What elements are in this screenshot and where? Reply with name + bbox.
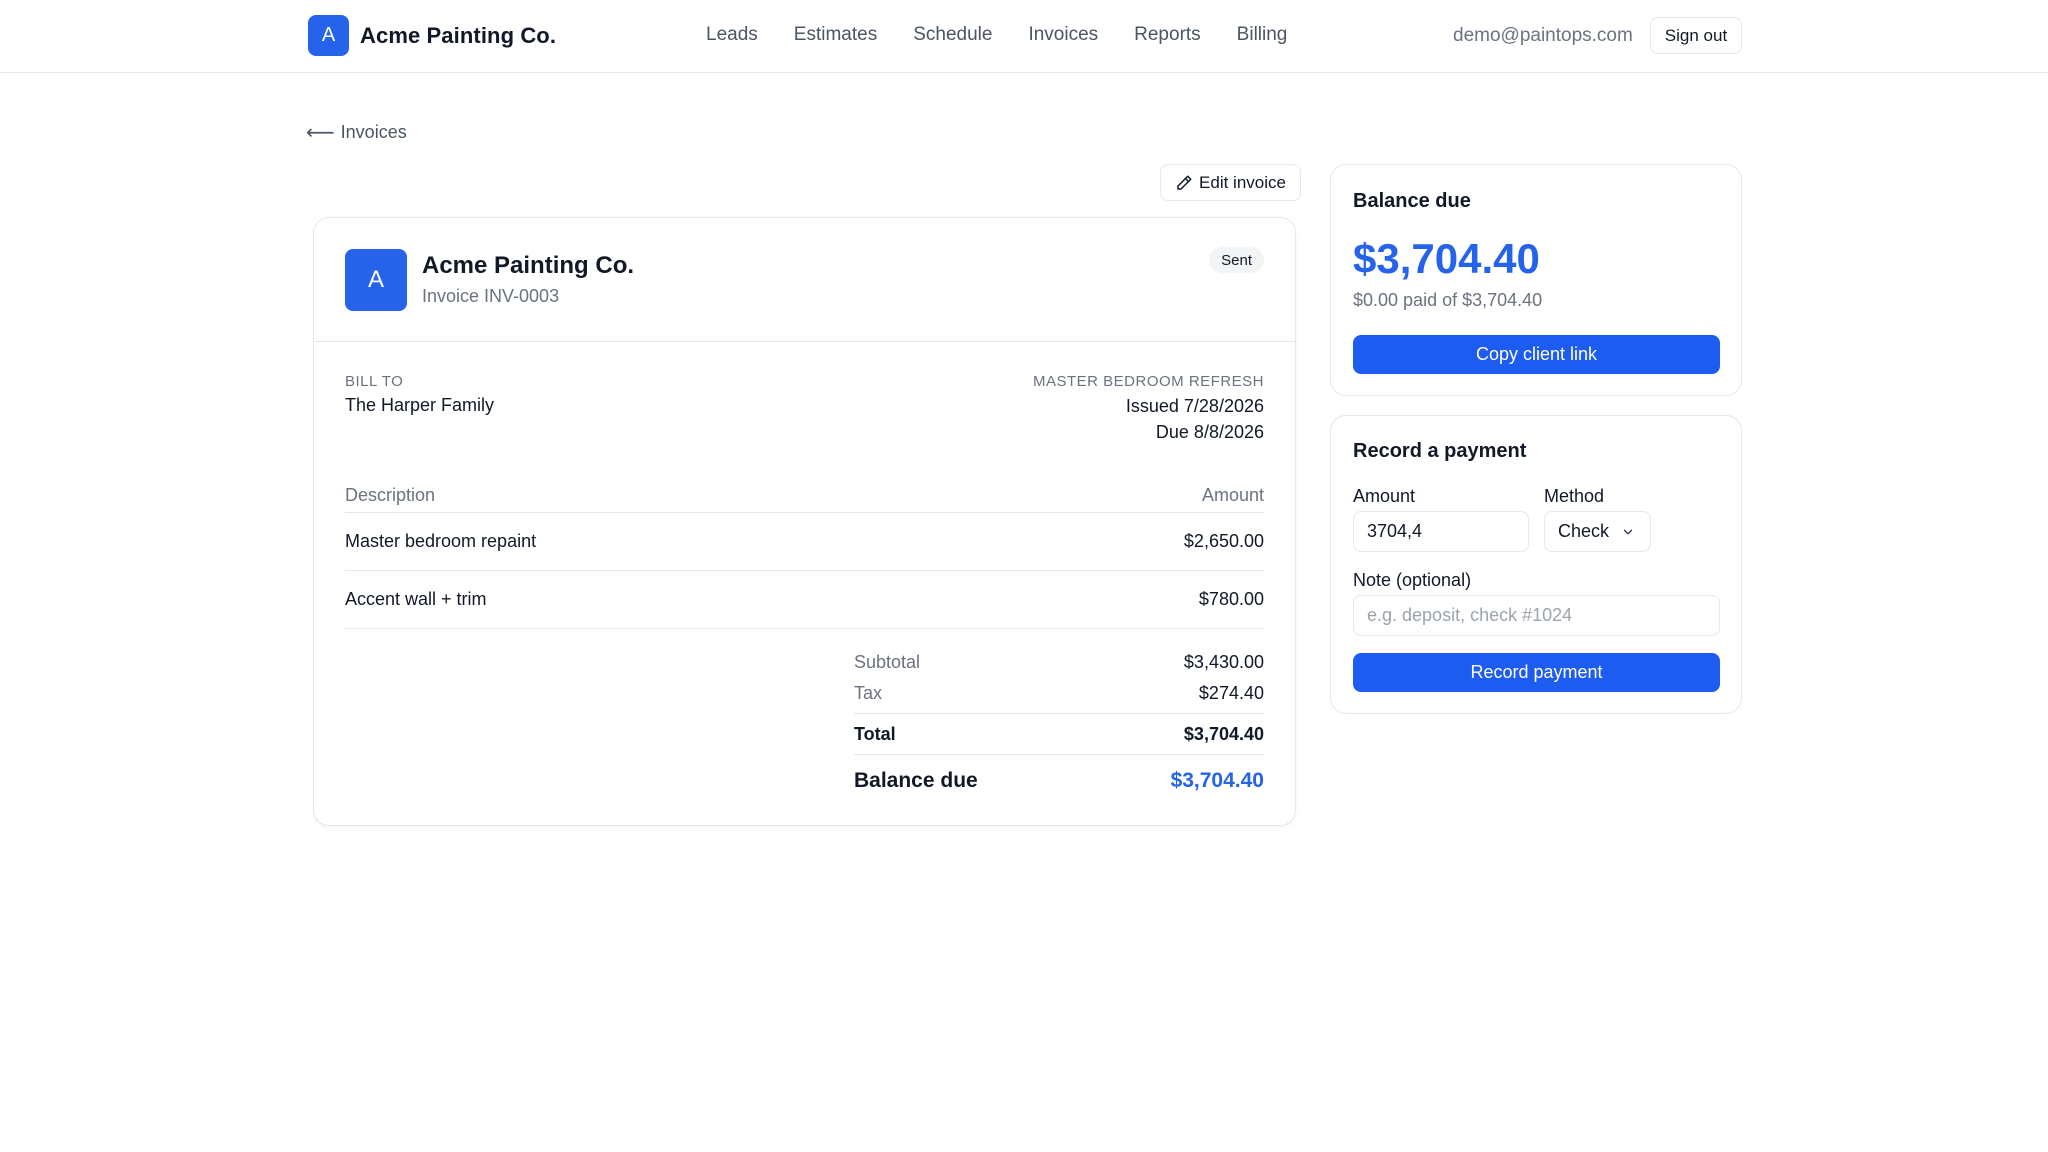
pencil-icon bbox=[1177, 175, 1192, 190]
tax-label: Tax bbox=[854, 683, 883, 703]
column-amount: Amount bbox=[1201, 485, 1264, 505]
nav-leads[interactable]: Leads bbox=[706, 24, 758, 46]
totals-block: Subtotal $3,430.00 Tax $274.40 Total $3,… bbox=[854, 647, 1264, 807]
subtotal-label: Subtotal bbox=[854, 652, 921, 672]
edit-invoice-label: Edit invoice bbox=[1199, 172, 1286, 192]
total-label: Total bbox=[854, 723, 896, 744]
total-row: Total $3,704.40 bbox=[854, 713, 1264, 755]
user-email: demo@paintops.com bbox=[1453, 25, 1633, 46]
method-value: Check bbox=[1558, 521, 1610, 541]
tax-row: Tax $274.40 bbox=[854, 678, 1264, 709]
record-payment-panel: Record a payment Amount Method Check Not… bbox=[1330, 415, 1742, 714]
top-navbar: A Acme Painting Co. Leads Estimates Sche… bbox=[0, 0, 2048, 73]
amount-label: Amount bbox=[1353, 486, 1416, 506]
arrow-left-icon: ⟵ bbox=[306, 122, 335, 144]
record-payment-title: Record a payment bbox=[1353, 440, 1527, 462]
bill-to-label: BILL TO bbox=[345, 373, 404, 390]
table-row: Accent wall + trim $780.00 bbox=[345, 571, 1264, 629]
balance-panel: Balance due $3,704.40 $0.00 paid of $3,7… bbox=[1330, 164, 1742, 396]
invoice-company-name: Acme Painting Co. bbox=[422, 252, 635, 279]
invoice-card: A Acme Painting Co. Invoice INV-0003 Sen… bbox=[313, 217, 1296, 826]
issued-date: Issued 7/28/2026 bbox=[1125, 396, 1264, 416]
table-header: Description Amount bbox=[345, 476, 1264, 513]
due-date: Due 8/8/2026 bbox=[1155, 422, 1264, 442]
status-badge: Sent bbox=[1209, 247, 1264, 273]
nav-schedule[interactable]: Schedule bbox=[913, 24, 992, 46]
back-to-invoices-link[interactable]: ⟵ Invoices bbox=[306, 120, 407, 145]
record-payment-button[interactable]: Record payment bbox=[1353, 653, 1720, 692]
edit-invoice-button[interactable]: Edit invoice bbox=[1160, 164, 1301, 201]
table-row: Master bedroom repaint $2,650.00 bbox=[345, 513, 1264, 571]
balance-due-value: $3,704.40 bbox=[1170, 769, 1264, 792]
nav-invoices[interactable]: Invoices bbox=[1028, 24, 1098, 46]
line-description: Accent wall + trim bbox=[345, 589, 487, 609]
bill-to-name: The Harper Family bbox=[345, 395, 495, 415]
total-value: $3,704.40 bbox=[1183, 723, 1264, 744]
line-amount: $2,650.00 bbox=[1183, 531, 1264, 551]
nav-billing[interactable]: Billing bbox=[1237, 24, 1288, 46]
subtotal-row: Subtotal $3,430.00 bbox=[854, 647, 1264, 678]
copy-client-link-button[interactable]: Copy client link bbox=[1353, 335, 1720, 374]
note-label: Note (optional) bbox=[1353, 570, 1472, 590]
nav-reports[interactable]: Reports bbox=[1134, 24, 1201, 46]
brand[interactable]: A Acme Painting Co. bbox=[308, 15, 556, 56]
line-amount: $780.00 bbox=[1198, 589, 1264, 609]
balance-due-label: Balance due bbox=[854, 769, 978, 792]
note-input[interactable] bbox=[1353, 595, 1720, 636]
method-label: Method bbox=[1544, 486, 1605, 506]
tax-value: $274.40 bbox=[1198, 683, 1264, 703]
invoice-header: A Acme Painting Co. Invoice INV-0003 Sen… bbox=[314, 218, 1295, 342]
balance-amount: $3,704.40 bbox=[1353, 235, 1540, 282]
method-select[interactable]: Check bbox=[1544, 511, 1651, 552]
column-description: Description bbox=[345, 485, 436, 505]
line-items-table: Description Amount Master bedroom repain… bbox=[345, 476, 1264, 629]
invoice-number: Invoice INV-0003 bbox=[422, 286, 560, 306]
main-nav: Leads Estimates Schedule Invoices Report… bbox=[706, 24, 1287, 46]
sign-out-button[interactable]: Sign out bbox=[1650, 17, 1742, 54]
line-description: Master bedroom repaint bbox=[345, 531, 537, 551]
brand-name: Acme Painting Co. bbox=[360, 22, 557, 48]
project-name: MASTER BEDROOM REFRESH bbox=[1032, 373, 1264, 390]
balance-panel-title: Balance due bbox=[1353, 190, 1471, 212]
balance-due-row: Balance due $3,704.40 bbox=[854, 755, 1264, 807]
back-link-label: Invoices bbox=[340, 122, 407, 142]
paid-of-text: $0.00 paid of $3,704.40 bbox=[1353, 290, 1543, 310]
invoice-logo: A bbox=[345, 249, 407, 311]
nav-estimates[interactable]: Estimates bbox=[794, 24, 877, 46]
chevron-down-icon bbox=[1623, 529, 1633, 534]
brand-logo: A bbox=[308, 15, 349, 56]
subtotal-value: $3,430.00 bbox=[1183, 652, 1264, 672]
amount-input[interactable] bbox=[1353, 511, 1529, 552]
